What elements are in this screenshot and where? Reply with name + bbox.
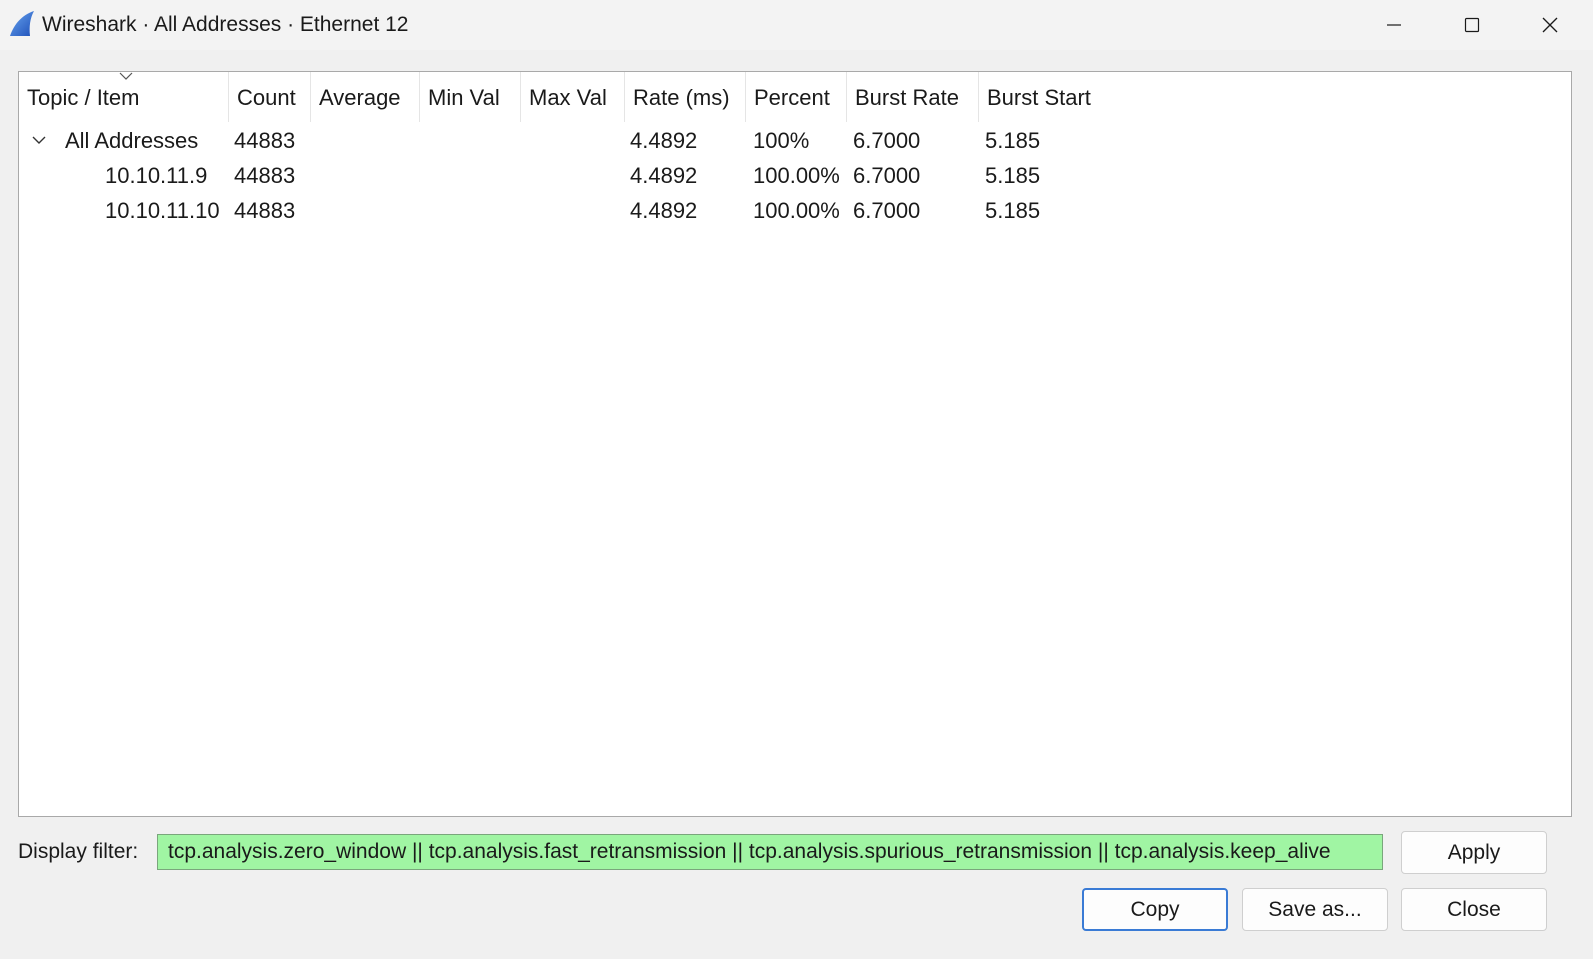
column-header-average[interactable]: Average — [311, 72, 420, 122]
row-rate: 4.4892 — [630, 163, 698, 188]
title-bar: Wireshark · All Addresses · Ethernet 12 — [0, 0, 1593, 50]
display-filter-input[interactable] — [157, 834, 1383, 870]
row-burst-start: 5.185 — [985, 163, 1041, 188]
window-title: Wireshark · All Addresses · Ethernet 12 — [42, 13, 409, 36]
save-as-button[interactable]: Save as... — [1242, 888, 1388, 931]
row-percent: 100.00% — [753, 163, 840, 188]
column-header-percent[interactable]: Percent — [746, 72, 847, 122]
close-button[interactable]: Close — [1401, 888, 1547, 931]
column-header-rate[interactable]: Rate (ms) — [625, 72, 746, 122]
row-percent: 100% — [753, 128, 810, 153]
display-filter-label: Display filter: — [18, 840, 139, 863]
column-header-max-val[interactable]: Max Val — [521, 72, 625, 122]
wireshark-fin-icon — [10, 11, 34, 36]
column-header-topic[interactable]: Topic / Item — [19, 72, 229, 122]
minimize-icon — [1387, 24, 1401, 26]
statistics-tree[interactable]: Topic / Item Count Average Min Val Max V… — [18, 71, 1572, 817]
column-header-min-val[interactable]: Min Val — [420, 72, 521, 122]
row-burst-rate: 6.7000 — [853, 198, 921, 223]
row-burst-start: 5.185 — [985, 198, 1041, 223]
close-icon — [1542, 17, 1558, 33]
maximize-icon — [1464, 17, 1480, 33]
apply-button[interactable]: Apply — [1401, 831, 1547, 874]
row-burst-start: 5.185 — [985, 128, 1041, 153]
column-header-count[interactable]: Count — [229, 72, 311, 122]
copy-button[interactable]: Copy — [1082, 888, 1228, 931]
chevron-down-icon[interactable] — [31, 133, 47, 147]
table-header: Topic / Item Count Average Min Val Max V… — [19, 72, 1571, 124]
table-row[interactable]: 10.10.11.10 44883 4.4892 100.00% 6.7000 … — [19, 193, 1571, 228]
table-row[interactable]: 10.10.11.9 44883 4.4892 100.00% 6.7000 5… — [19, 158, 1571, 193]
minimize-button[interactable] — [1355, 0, 1433, 50]
row-rate: 4.4892 — [630, 198, 698, 223]
maximize-button[interactable] — [1433, 0, 1511, 50]
column-header-burst-start[interactable]: Burst Start — [979, 72, 1109, 122]
row-count: 44883 — [234, 198, 296, 223]
close-window-button[interactable] — [1511, 0, 1589, 50]
row-burst-rate: 6.7000 — [853, 128, 921, 153]
row-count: 44883 — [234, 128, 296, 153]
table-row[interactable]: All Addresses 44883 4.4892 100% 6.7000 5… — [19, 123, 1571, 158]
row-rate: 4.4892 — [630, 128, 698, 153]
row-count: 44883 — [234, 163, 296, 188]
row-topic: 10.10.11.10 — [105, 198, 220, 223]
row-burst-rate: 6.7000 — [853, 163, 921, 188]
column-header-burst-rate[interactable]: Burst Rate — [847, 72, 979, 122]
row-percent: 100.00% — [753, 198, 840, 223]
row-topic: 10.10.11.9 — [105, 163, 208, 188]
row-topic: All Addresses — [65, 128, 199, 153]
